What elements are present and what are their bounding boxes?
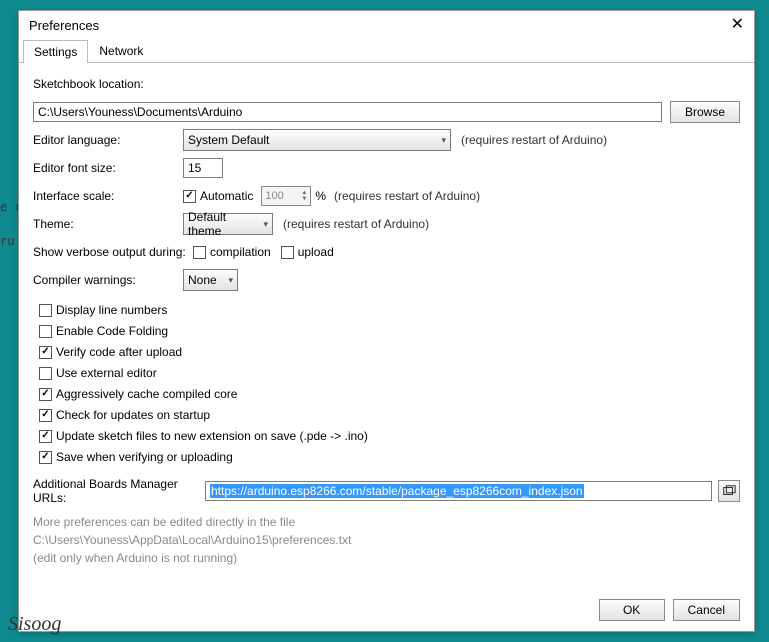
dialog-footer: OK Cancel (599, 599, 740, 621)
preferences-window: Preferences ✕ Settings Network Sketchboo… (18, 10, 755, 632)
check-updates-label: Check for updates on startup (56, 408, 210, 422)
editor-language-label: Editor language: (33, 133, 183, 147)
sketchbook-label: Sketchbook location: (33, 77, 183, 91)
scale-spinner[interactable]: 100 ▲▼ (261, 186, 311, 206)
chevron-down-icon: ▾ (263, 219, 268, 230)
update-extension-checkbox[interactable] (39, 430, 52, 443)
save-verify-label: Save when verifying or uploading (56, 450, 233, 464)
compilation-label: compilation (210, 245, 271, 259)
tabs: Settings Network (19, 39, 754, 63)
automatic-label: Automatic (200, 189, 253, 203)
compiler-warnings-select[interactable]: None▾ (183, 269, 238, 291)
boards-urls-expand-button[interactable] (718, 480, 740, 502)
aggressive-cache-checkbox[interactable] (39, 388, 52, 401)
browse-button[interactable]: Browse (670, 101, 740, 123)
theme-select[interactable]: Default theme▾ (183, 213, 273, 235)
more-info-line2: C:\Users\Youness\AppData\Local\Arduino15… (33, 533, 740, 547)
interface-scale-label: Interface scale: (33, 189, 183, 203)
titlebar: Preferences ✕ (19, 11, 754, 39)
verify-after-upload-label: Verify code after upload (56, 345, 182, 359)
enable-code-folding-checkbox[interactable] (39, 325, 52, 338)
theme-label: Theme: (33, 217, 183, 231)
upload-label: upload (298, 245, 334, 259)
save-verify-checkbox[interactable] (39, 451, 52, 464)
cancel-button[interactable]: Cancel (673, 599, 740, 621)
theme-note: (requires restart of Arduino) (283, 217, 429, 231)
check-updates-checkbox[interactable] (39, 409, 52, 422)
editor-fontsize-input[interactable] (183, 158, 223, 178)
spinner-arrows-icon: ▲▼ (301, 190, 307, 202)
display-line-numbers-checkbox[interactable] (39, 304, 52, 317)
use-external-editor-label: Use external editor (56, 366, 157, 380)
editor-fontsize-label: Editor font size: (33, 161, 183, 175)
chevron-down-icon: ▾ (441, 135, 446, 146)
editor-language-note: (requires restart of Arduino) (461, 133, 607, 147)
tab-settings[interactable]: Settings (23, 40, 88, 63)
use-external-editor-checkbox[interactable] (39, 367, 52, 380)
settings-panel: Sketchbook location: Browse Editor langu… (19, 63, 754, 575)
aggressive-cache-label: Aggressively cache compiled core (56, 387, 237, 401)
close-icon[interactable]: ✕ (731, 17, 744, 33)
scale-note: (requires restart of Arduino) (334, 189, 480, 203)
more-info-line3: (edit only when Arduino is not running) (33, 551, 740, 565)
automatic-checkbox[interactable] (183, 190, 196, 203)
display-line-numbers-label: Display line numbers (56, 303, 167, 317)
boards-urls-label: Additional Boards Manager URLs: (33, 477, 205, 505)
window-title: Preferences (29, 18, 99, 33)
upload-checkbox[interactable] (281, 246, 294, 259)
percent-label: % (315, 189, 326, 203)
sketchbook-input[interactable] (33, 102, 662, 122)
compilation-checkbox[interactable] (193, 246, 206, 259)
chevron-down-icon: ▾ (228, 275, 233, 286)
editor-language-select[interactable]: System Default▾ (183, 129, 451, 151)
tab-network[interactable]: Network (88, 39, 154, 62)
compiler-warnings-label: Compiler warnings: (33, 273, 183, 287)
enable-code-folding-label: Enable Code Folding (56, 324, 168, 338)
update-extension-label: Update sketch files to new extension on … (56, 429, 368, 443)
watermark: Sisoog (8, 613, 61, 636)
verify-after-upload-checkbox[interactable] (39, 346, 52, 359)
verbose-label: Show verbose output during: (33, 245, 193, 259)
more-info-line1: More preferences can be edited directly … (33, 515, 740, 529)
window-icon (722, 484, 736, 498)
boards-urls-input[interactable]: https://arduino.esp8266.com/stable/packa… (205, 481, 712, 501)
ok-button[interactable]: OK (599, 599, 665, 621)
